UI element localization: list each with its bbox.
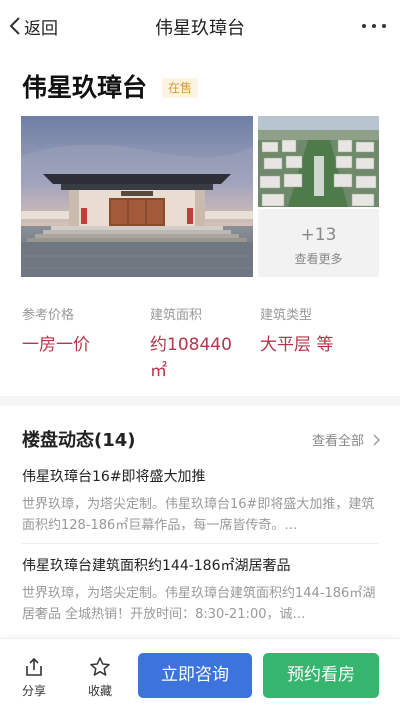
book-visit-button[interactable]: 预约看房 bbox=[263, 653, 379, 698]
area-label: 建筑面积 bbox=[150, 308, 203, 323]
more-dots-icon bbox=[362, 24, 386, 28]
share-button[interactable]: 分享 bbox=[14, 656, 54, 699]
property-title: 伟星玖璋台 bbox=[22, 73, 148, 102]
price-label: 参考价格 bbox=[22, 308, 75, 323]
star-icon bbox=[90, 657, 110, 676]
news-section-title: 楼盘动态(14) bbox=[22, 430, 136, 451]
aerial-view-image bbox=[258, 116, 379, 207]
bottom-action-bar: 分享 收藏 立即咨询 预约看房 bbox=[0, 638, 400, 711]
share-label: 分享 bbox=[21, 684, 46, 698]
news-body: 世界玖璋，为塔尖定制。伟星玖璋台16#即将盛大加推，建筑面积约128-186㎡巨… bbox=[22, 497, 375, 533]
news-title: 伟星玖璋台建筑面积约144-186㎡湖居奢品 bbox=[22, 558, 291, 574]
share-icon bbox=[26, 657, 42, 676]
news-title: 伟星玖璋台16#即将盛大加推 bbox=[22, 469, 206, 485]
view-all-news-link[interactable]: 查看全部 bbox=[312, 430, 380, 449]
sales-center-image bbox=[21, 116, 253, 277]
chevron-right-icon bbox=[373, 434, 380, 445]
news-item[interactable]: 伟星玖璋台16#即将盛大加推 世界玖璋，为塔尖定制。伟星玖璋台16#即将盛大加推… bbox=[22, 466, 378, 536]
gallery-aerial-photo[interactable] bbox=[258, 116, 379, 207]
gallery-more-button[interactable]: +13 查看更多 bbox=[258, 209, 379, 277]
view-all-label: 查看全部 bbox=[311, 434, 364, 449]
favorite-label: 收藏 bbox=[87, 684, 112, 698]
info-area: 建筑面积 约108440 ㎡ bbox=[150, 304, 250, 384]
area-value: 约108440 ㎡ bbox=[150, 335, 232, 381]
status-badge: 在售 bbox=[162, 78, 199, 98]
page-title: 伟星玖璋台 bbox=[155, 18, 245, 39]
favorite-button[interactable]: 收藏 bbox=[80, 656, 120, 699]
consult-now-button[interactable]: 立即咨询 bbox=[138, 653, 252, 698]
more-button[interactable] bbox=[362, 14, 386, 38]
building-type-label: 建筑类型 bbox=[260, 308, 313, 323]
gallery-more-label: 查看更多 bbox=[294, 252, 343, 266]
section-divider bbox=[0, 396, 400, 406]
gallery-more-count: +13 bbox=[300, 225, 337, 245]
info-price: 参考价格 一房一价 bbox=[22, 304, 90, 358]
news-separator bbox=[22, 543, 378, 544]
news-body: 世界玖璋，为塔尖定制。伟星玖璋台建筑面积约144-186㎡湖居奢品 全城热销！开… bbox=[22, 586, 376, 622]
area-unit: ㎡ bbox=[150, 361, 167, 381]
news-item[interactable]: 伟星玖璋台建筑面积约144-186㎡湖居奢品 世界玖璋，为塔尖定制。伟星玖璋台建… bbox=[22, 555, 378, 625]
building-type-value: 大平层 等 bbox=[260, 335, 334, 355]
price-value: 一房一价 bbox=[22, 335, 90, 355]
info-building-type: 建筑类型 大平层 等 bbox=[260, 304, 333, 358]
gallery-main-photo[interactable] bbox=[21, 116, 253, 277]
nav-bar: 返回 伟星玖璋台 bbox=[0, 0, 400, 52]
